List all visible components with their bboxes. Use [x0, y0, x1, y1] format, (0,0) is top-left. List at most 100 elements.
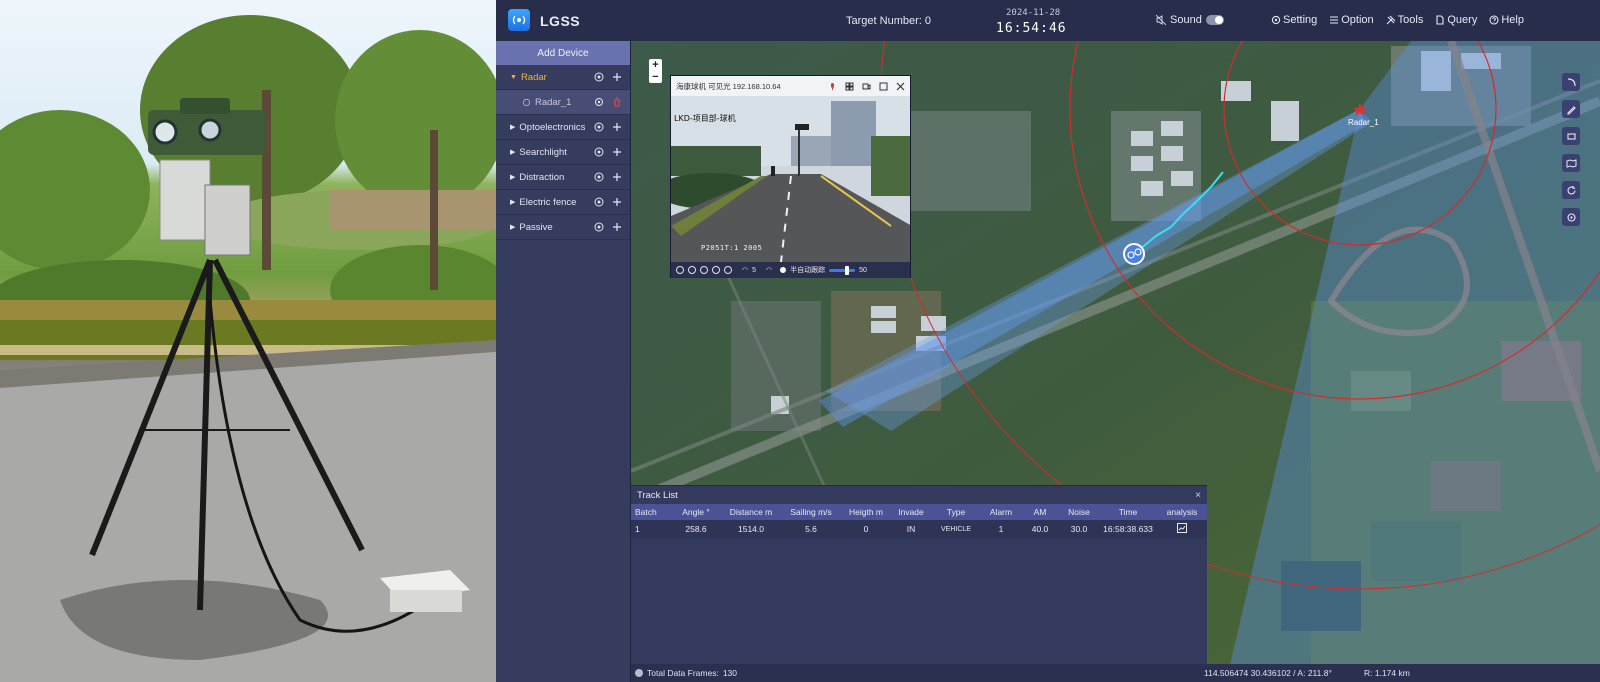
settings-icon[interactable]: [594, 97, 604, 107]
curve-tool-button[interactable]: [1562, 73, 1580, 91]
plus-icon[interactable]: [612, 122, 622, 132]
focus-far-icon[interactable]: [712, 266, 720, 274]
chart-icon[interactable]: [1177, 523, 1187, 533]
current-time: 16:54:46: [996, 21, 1067, 36]
status-bar: Total Data Frames: 130 114.506474 30.436…: [631, 664, 1600, 682]
cell-distance: 1514.0: [721, 520, 781, 538]
col-batch[interactable]: Batch: [631, 504, 671, 520]
tracking-radio[interactable]: [780, 267, 787, 273]
tracking-label: 半自动跟踪: [790, 267, 826, 274]
target-icon[interactable]: [594, 72, 604, 82]
target-icon[interactable]: [594, 197, 604, 207]
curve-icon: [1567, 77, 1576, 86]
col-time[interactable]: Time: [1099, 504, 1157, 520]
close-icon[interactable]: ×: [1195, 490, 1201, 501]
menu-tools[interactable]: Tools: [1386, 14, 1423, 26]
rectangle-tool-button[interactable]: [1562, 127, 1580, 145]
table-row[interactable]: 1 258.6 1514.0 5.6 0 IN VEHICLE 1 40.0 3…: [631, 520, 1207, 538]
sidebar-item-passive[interactable]: ▶ Passive: [496, 215, 630, 240]
sidebar-item-optoelectronics[interactable]: ▶ Optoelectronics: [496, 115, 630, 140]
map-toolbar: [1562, 73, 1580, 226]
tracking-slider[interactable]: [829, 265, 856, 275]
zoom-in-icon[interactable]: [688, 266, 696, 274]
target-number-label: Target Number:: [846, 15, 922, 27]
grid-icon[interactable]: [845, 82, 854, 91]
map-settings-button[interactable]: [1562, 208, 1580, 226]
slider-value: 50: [859, 266, 867, 274]
camera-video-window[interactable]: 海康球机 可见光 192.168.10.64 LKD-项目部-球机 P2051T…: [670, 75, 911, 278]
zoom-in-button[interactable]: +: [649, 59, 662, 71]
delete-icon[interactable]: [612, 97, 622, 107]
sound-toggle-group[interactable]: Sound: [1156, 14, 1224, 26]
col-invade[interactable]: Invade: [891, 504, 931, 520]
zoom-out-button[interactable]: −: [649, 71, 662, 83]
camera-controls: ◠ 5 ◠ 半自动跟踪 50: [671, 262, 910, 278]
close-icon[interactable]: [896, 82, 905, 91]
app-title: LGSS: [540, 13, 581, 29]
maximize-icon[interactable]: [879, 82, 888, 91]
record-icon[interactable]: [862, 82, 871, 91]
col-angle[interactable]: Angle °: [671, 504, 721, 520]
target-icon[interactable]: [594, 222, 604, 232]
track-table: Batch Angle ° Distance m Sailing m/s Hei…: [631, 504, 1207, 538]
pencil-tool-button[interactable]: [1562, 100, 1580, 118]
col-height[interactable]: Heigth m: [841, 504, 891, 520]
col-type[interactable]: Type: [931, 504, 981, 520]
satellite-map[interactable]: Radar_1 + − 海康球机 可见光 192.168.10.64 LKD-项…: [631, 41, 1600, 682]
sidebar-item-label: Radar: [520, 71, 547, 83]
plus-icon[interactable]: [612, 72, 622, 82]
sidebar-item-searchlight[interactable]: ▶ Searchlight: [496, 140, 630, 165]
list-icon: [1330, 16, 1339, 24]
zoom-out-icon[interactable]: [676, 266, 684, 274]
sidebar-item-radar-1[interactable]: Radar_1: [496, 90, 630, 115]
cell-analysis: [1157, 520, 1207, 538]
cell-height: 0: [841, 520, 891, 538]
col-alarm[interactable]: Alarm: [981, 504, 1021, 520]
menu-setting[interactable]: Setting: [1271, 14, 1317, 26]
sidebar-item-distraction[interactable]: ▶ Distraction: [496, 165, 630, 190]
cursor-coordinates: 114.506474 30.436102 / A: 211.8°: [1204, 668, 1332, 678]
menu-query[interactable]: Query: [1435, 14, 1477, 26]
col-analysis[interactable]: analysis: [1157, 504, 1207, 520]
mic-icon[interactable]: [828, 82, 837, 91]
cell-alarm: 1: [981, 520, 1021, 538]
col-noise[interactable]: Noise: [1059, 504, 1099, 520]
caret-down-icon: ▼: [510, 73, 517, 81]
track-table-header: Batch Angle ° Distance m Sailing m/s Hei…: [631, 504, 1207, 520]
menu-option-label: Option: [1341, 14, 1374, 26]
sidebar-item-radar[interactable]: ▼ Radar: [496, 65, 630, 90]
speed-gauge-icon[interactable]: ◠: [742, 266, 748, 274]
total-frames: Total Data Frames: 130: [635, 668, 737, 678]
target-icon[interactable]: [594, 172, 604, 182]
camera-osd-title: LKD-项目部-球机: [674, 114, 736, 123]
cell-angle: 258.6: [671, 520, 721, 538]
plus-icon[interactable]: [612, 222, 622, 232]
sidebar-item-label: Searchlight: [519, 146, 567, 158]
radar-map-label: Radar_1: [1348, 118, 1379, 127]
map-layer-button[interactable]: [1562, 154, 1580, 172]
add-device-button[interactable]: Add Device: [496, 41, 630, 65]
target-icon[interactable]: [594, 147, 604, 157]
plus-icon[interactable]: [612, 147, 622, 157]
sidebar-item-electric-fence[interactable]: ▶ Electric fence: [496, 190, 630, 215]
target-icon[interactable]: [594, 122, 604, 132]
refresh-button[interactable]: [1562, 181, 1580, 199]
top-menu: Setting Option Tools Query Help: [1271, 14, 1524, 26]
current-date: 2024-11-28: [1006, 8, 1061, 18]
camera-osd-position: P2051T:1 2005: [701, 244, 763, 252]
ptz-gauge-icon[interactable]: ◠: [766, 266, 772, 274]
focus-near-icon[interactable]: [700, 266, 708, 274]
sound-toggle[interactable]: [1205, 15, 1224, 25]
menu-option[interactable]: Option: [1329, 14, 1374, 26]
gear-icon: [1271, 15, 1281, 25]
plus-icon[interactable]: [612, 172, 622, 182]
col-sailing[interactable]: Sailing m/s: [781, 504, 841, 520]
iris-icon[interactable]: [724, 266, 732, 274]
plus-icon[interactable]: [612, 197, 622, 207]
col-distance[interactable]: Distance m: [721, 504, 781, 520]
refresh-icon: [1566, 185, 1576, 194]
col-am[interactable]: AM: [1021, 504, 1059, 520]
camera-feed: LKD-项目部-球机 P2051T:1 2005: [671, 96, 910, 262]
menu-help[interactable]: Help: [1489, 14, 1524, 26]
caret-right-icon: ▶: [510, 149, 516, 156]
